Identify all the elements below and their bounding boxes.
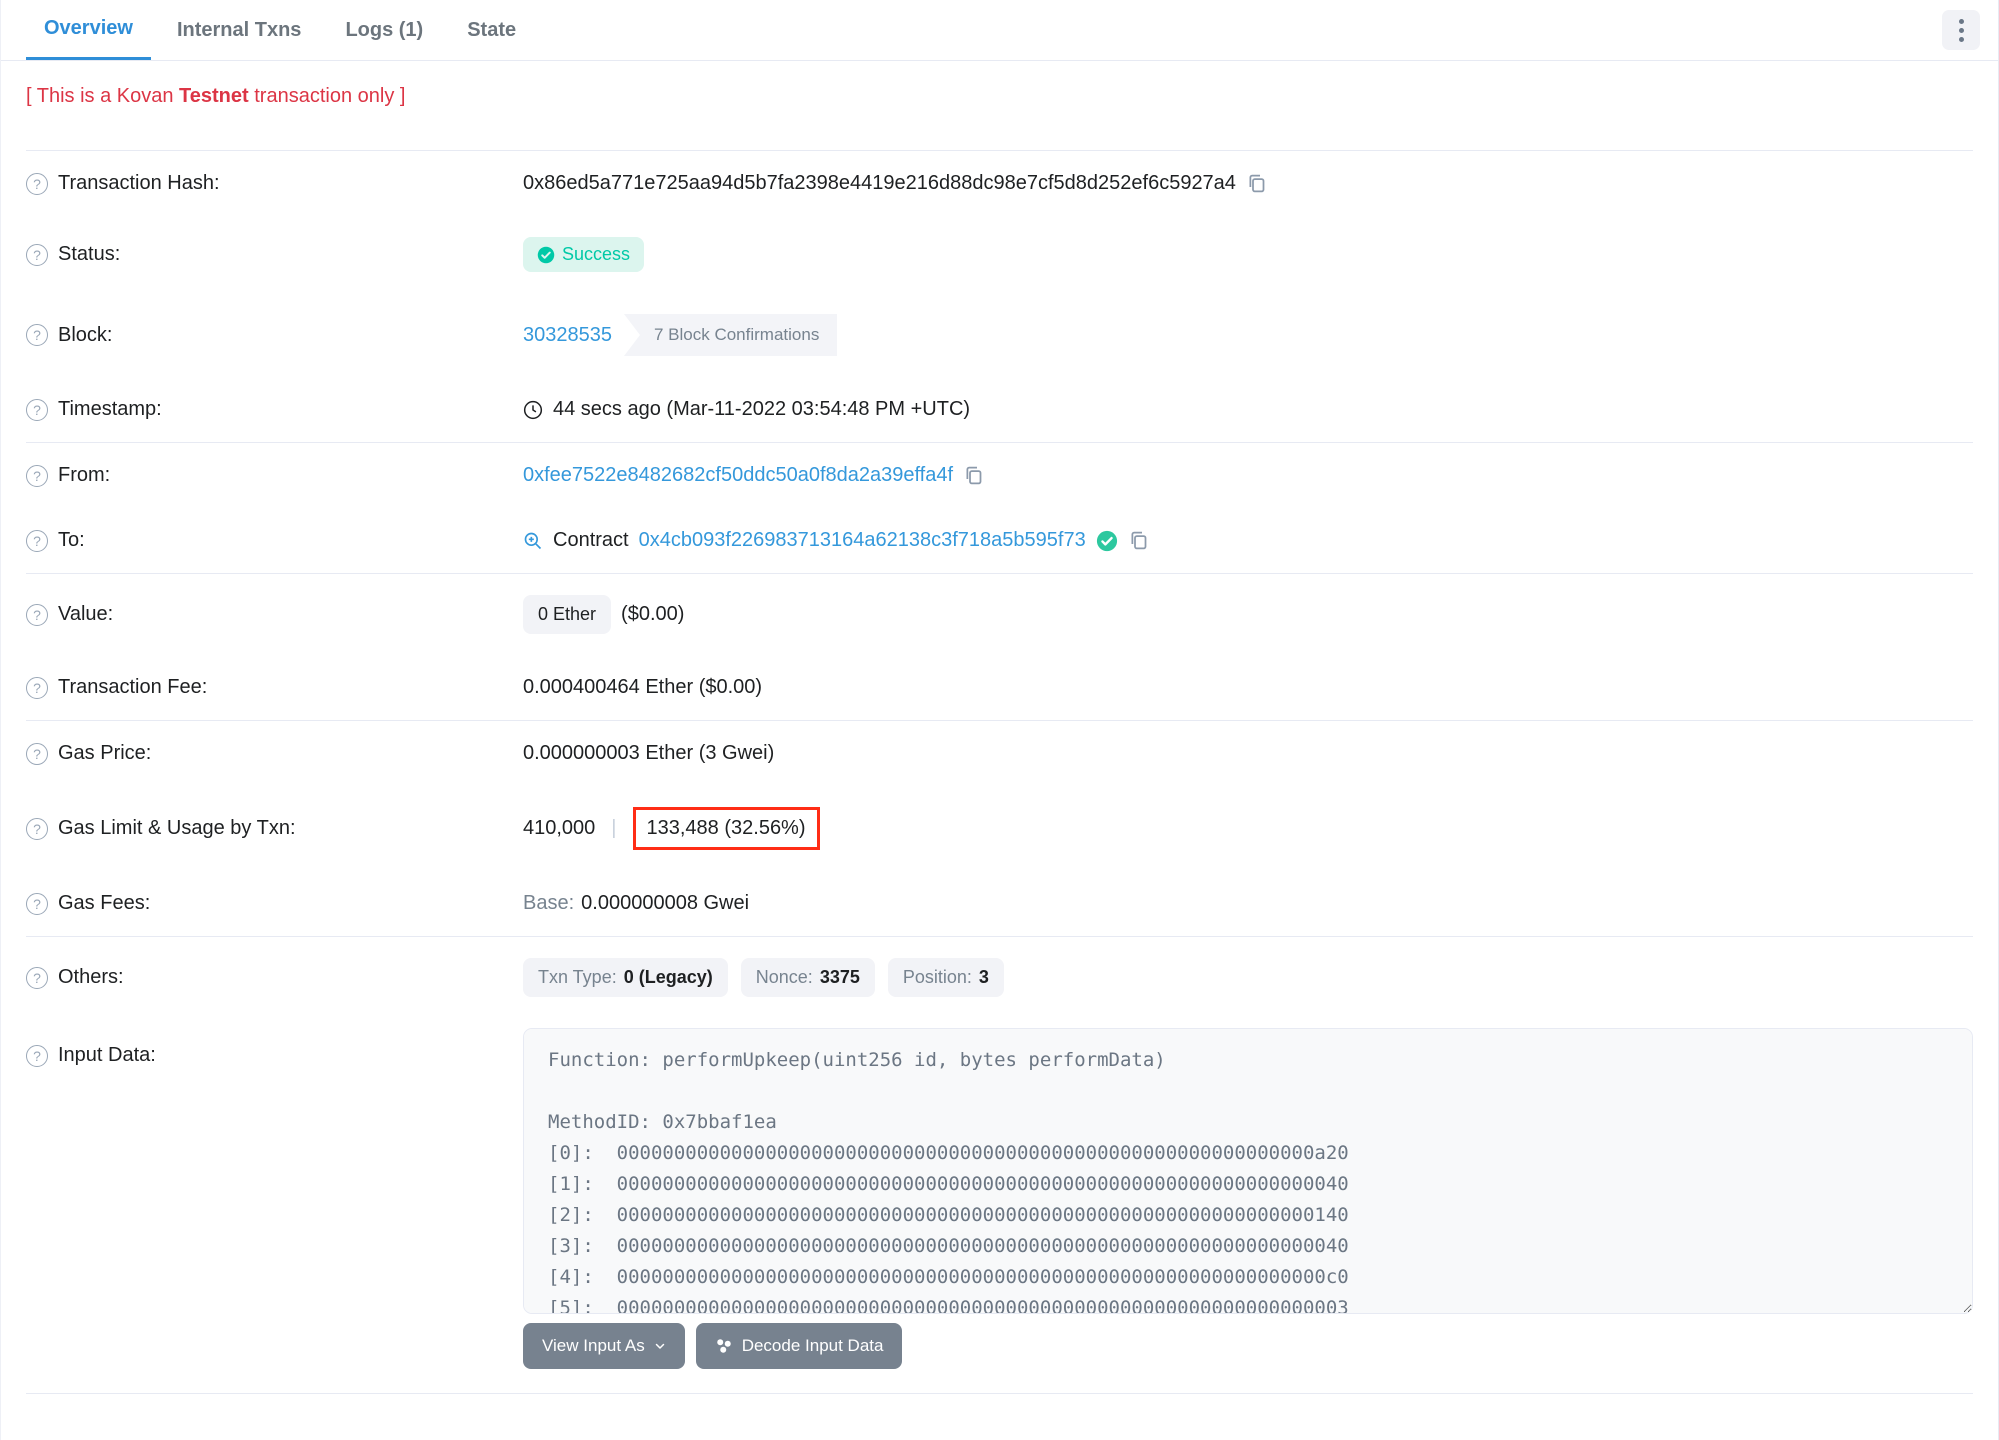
others-row: ? Others: Txn Type: 0 (Legacy) Nonce: 33… (26, 937, 1973, 1018)
input-data-row: ? Input Data: Function: performUpkeep(ui… (26, 1018, 1973, 1369)
nonce-value: 3375 (819, 967, 860, 987)
txn-type-label: Txn Type: (538, 967, 617, 987)
value-row: ? Value: 0 Ether ($0.00) (26, 574, 1973, 655)
gas-limit-usage-label: Gas Limit & Usage by Txn: (58, 817, 296, 839)
tab-bar: Overview Internal Txns Logs (1) State (1, 0, 1998, 61)
transaction-hash-value: 0x86ed5a771e725aa94d5b7fa2398e4419e216d8… (523, 172, 1236, 194)
help-icon: ? (26, 966, 48, 989)
gas-usage-value: 133,488 (32.56%) (646, 817, 806, 839)
to-label: To: (58, 529, 85, 551)
check-circle-icon (537, 246, 555, 263)
to-row: ? To: Contract 0x4cb093f226983713164a621… (26, 508, 1973, 573)
block-label: Block: (58, 323, 113, 346)
help-icon: ? (26, 172, 48, 195)
decode-input-data-label: Decode Input Data (741, 1336, 884, 1355)
tab-overview[interactable]: Overview (26, 0, 151, 60)
transaction-hash-label: Transaction Hash: (58, 172, 220, 194)
gas-price-label: Gas Price: (58, 742, 152, 764)
gas-limit-separator: | (611, 817, 617, 839)
gas-price-row: ? Gas Price: 0.000000003 Ether (3 Gwei) (26, 721, 1973, 786)
to-contract-word: Contract (553, 529, 629, 551)
testnet-notice: [ This is a Kovan Testnet transaction on… (1, 85, 1998, 108)
timestamp-value: 44 secs ago (Mar-11-2022 03:54:48 PM +UT… (553, 398, 971, 420)
tab-internal-txns[interactable]: Internal Txns (159, 0, 319, 60)
zoom-in-icon[interactable] (523, 531, 543, 551)
status-row: ? Status: Success (26, 216, 1973, 293)
input-data-label: Input Data: (58, 1044, 156, 1066)
help-icon: ? (26, 529, 48, 552)
chevron-down-icon (655, 1343, 664, 1349)
to-address-link[interactable]: 0x4cb093f226983713164a62138c3f718a5b595f… (639, 529, 1086, 552)
gas-usage-highlight-box: 133,488 (32.56%) (632, 807, 820, 850)
from-row: ? From: 0xfee7522e8482682cf50ddc50a0f8da… (26, 443, 1973, 508)
txn-type-value: 0 (Legacy) (623, 967, 713, 987)
gas-price-value: 0.000000003 Ether (3 Gwei) (523, 742, 775, 764)
nonce-label: Nonce: (755, 967, 813, 987)
help-icon: ? (26, 676, 48, 699)
input-data-textarea[interactable]: Function: performUpkeep(uint256 id, byte… (523, 1028, 1973, 1314)
help-icon: ? (26, 243, 48, 266)
view-input-as-button[interactable]: View Input As (523, 1323, 685, 1369)
divider (26, 1393, 1973, 1394)
from-label: From: (58, 464, 111, 486)
status-badge: Success (523, 237, 645, 272)
from-address-link[interactable]: 0xfee7522e8482682cf50ddc50a0f8da2a39effa… (523, 464, 953, 487)
help-icon: ? (26, 603, 48, 626)
copy-icon[interactable] (1128, 530, 1149, 551)
txn-type-badge: Txn Type: 0 (Legacy) (523, 958, 728, 997)
copy-icon[interactable] (1246, 173, 1267, 194)
block-row: ? Block: 30328535 7 Block Confirmations (26, 293, 1973, 377)
block-confirmations-badge: 7 Block Confirmations (623, 314, 838, 356)
kebab-icon (1958, 36, 1964, 42)
block-number-link[interactable]: 30328535 (523, 324, 612, 347)
more-options-button[interactable] (1942, 10, 1980, 50)
decode-input-data-button[interactable]: Decode Input Data (695, 1323, 903, 1369)
help-icon: ? (26, 892, 48, 915)
timestamp-row: ? Timestamp: 44 secs ago (Mar-11-2022 03… (26, 377, 1973, 442)
value-label: Value: (58, 603, 114, 625)
transaction-fee-value: 0.000400464 Ether ($0.00) (523, 676, 763, 698)
help-icon: ? (26, 1044, 48, 1067)
gas-fees-base-label: Base: (523, 892, 575, 914)
decode-icon (716, 1339, 731, 1353)
position-label: Position: (902, 967, 972, 987)
transaction-fee-label: Transaction Fee: (58, 676, 208, 698)
status-text: Success (562, 244, 631, 264)
testnet-notice-bold: Testnet (179, 85, 249, 107)
help-icon: ? (26, 817, 48, 840)
view-input-as-label: View Input As (542, 1336, 645, 1355)
help-icon: ? (26, 324, 48, 346)
gas-fees-label: Gas Fees: (58, 892, 151, 914)
transaction-fee-row: ? Transaction Fee: 0.000400464 Ether ($0… (26, 655, 1973, 720)
help-icon: ? (26, 398, 48, 421)
gas-limit-value: 410,000 (523, 817, 596, 839)
help-icon: ? (26, 464, 48, 487)
clock-icon (523, 400, 543, 419)
nonce-badge: Nonce: 3375 (740, 958, 875, 997)
tab-logs[interactable]: Logs (1) (327, 0, 441, 60)
verified-check-icon (1096, 530, 1117, 551)
kebab-icon (1958, 27, 1964, 33)
others-label: Others: (58, 966, 124, 988)
gas-limit-usage-row: ? Gas Limit & Usage by Txn: 410,000 | 13… (26, 786, 1973, 871)
value-amount-badge: 0 Ether (523, 595, 612, 634)
status-label: Status: (58, 243, 121, 265)
kebab-icon (1958, 18, 1964, 24)
help-icon: ? (26, 742, 48, 765)
gas-fees-row: ? Gas Fees: Base: 0.000000008 Gwei (26, 871, 1973, 936)
testnet-notice-prefix: [ This is a Kovan (26, 85, 180, 107)
transaction-hash-row: ? Transaction Hash: 0x86ed5a771e725aa94d… (26, 151, 1973, 216)
gas-fees-base-value: 0.000000008 Gwei (581, 892, 750, 914)
value-usd: ($0.00) (621, 603, 685, 625)
position-value: 3 (978, 967, 989, 987)
position-badge: Position: 3 (887, 958, 1004, 997)
testnet-notice-suffix: transaction only ] (248, 85, 406, 107)
value-amount: 0 Ether (538, 604, 597, 624)
tab-state[interactable]: State (449, 0, 534, 60)
copy-icon[interactable] (963, 465, 984, 486)
timestamp-label: Timestamp: (58, 398, 162, 420)
